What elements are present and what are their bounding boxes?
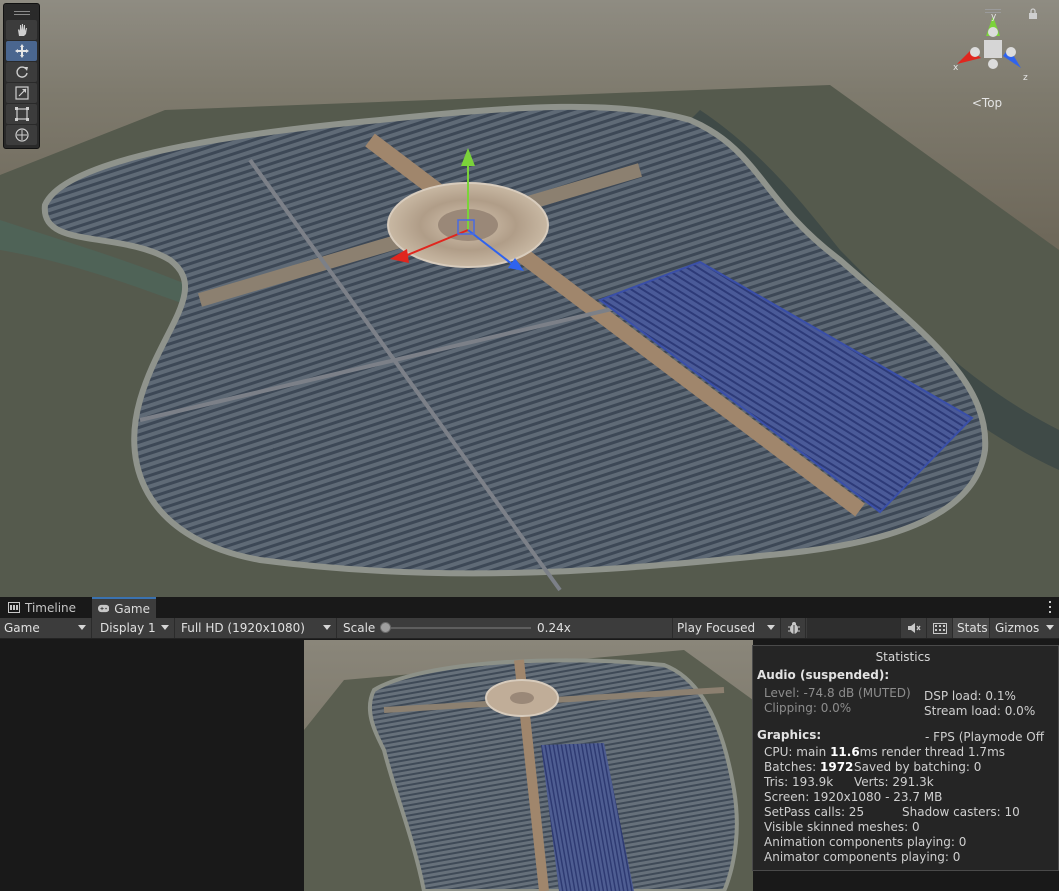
- transform-icon: [14, 128, 29, 142]
- animator-components-readout: Animator components playing: 0: [764, 850, 961, 864]
- scale-label: Scale: [343, 621, 376, 635]
- resolution-dropdown[interactable]: Full HD (1920x1080): [177, 618, 337, 638]
- statistics-panel: Statistics Audio (suspended): Level: -74…: [752, 645, 1059, 871]
- chevron-down-icon: [767, 625, 775, 630]
- audio-heading: Audio (suspended):: [757, 668, 890, 682]
- resolution-label: Full HD (1920x1080): [181, 621, 305, 635]
- game-render-image: [304, 650, 753, 891]
- mute-audio-button[interactable]: [902, 618, 927, 638]
- scene-view[interactable]: y x z <Top: [0, 0, 1059, 597]
- audio-clipping: Clipping: 0.0%: [764, 701, 852, 715]
- gamepad-icon: [98, 604, 110, 613]
- transform-tool-button[interactable]: [6, 125, 37, 145]
- display-dropdown[interactable]: Display 1: [96, 618, 175, 638]
- display-label: Display 1: [100, 621, 156, 635]
- screen-readout: Screen: 1920x1080 - 23.7 MB: [764, 790, 943, 804]
- toolbar-spacer: [807, 618, 901, 638]
- tab-game[interactable]: Game: [92, 597, 156, 618]
- view-type-dropdown[interactable]: Game: [0, 618, 92, 638]
- view-type-label: Game: [4, 621, 40, 635]
- tab-bar: Timeline Game: [0, 597, 1059, 618]
- timeline-icon: [8, 602, 20, 613]
- stats-toggle-button[interactable]: Stats: [953, 618, 990, 638]
- hand-icon: [17, 24, 27, 36]
- saved-by-batching: Saved by batching: 0: [854, 760, 982, 774]
- rect-transform-icon: [14, 107, 29, 121]
- view-arrow-icon: <: [971, 96, 982, 110]
- move-tool-button[interactable]: [6, 41, 37, 61]
- scale-slider-thumb[interactable]: [380, 622, 391, 633]
- axis-cube[interactable]: y x z: [951, 6, 1041, 96]
- axis-z-label: z: [1023, 73, 1028, 83]
- stats-title: Statistics: [875, 650, 931, 664]
- verts-readout: Verts: 291.3k: [854, 775, 934, 789]
- frame-debugger-button[interactable]: [782, 618, 806, 638]
- hand-tool-button[interactable]: [6, 20, 37, 40]
- rotate-tool-button[interactable]: [6, 62, 37, 82]
- graphics-heading: Graphics:: [757, 728, 822, 742]
- more-options-icon[interactable]: [1047, 600, 1053, 614]
- chevron-down-icon: [1046, 625, 1054, 630]
- play-mode-label: Play Focused: [677, 621, 756, 635]
- batches-readout: Batches: 1972: [764, 760, 854, 774]
- orientation-gizmo[interactable]: y x z <Top: [951, 6, 1041, 116]
- gizmos-dropdown[interactable]: Gizmos: [991, 618, 1059, 638]
- scale-value: 0.24x: [537, 621, 571, 635]
- speaker-muted-icon: [908, 623, 921, 633]
- skinned-meshes-readout: Visible skinned meshes: 0: [764, 820, 920, 834]
- scene-terrain: [0, 85, 1059, 597]
- game-render-viewport[interactable]: [304, 640, 753, 891]
- scale-slider-track[interactable]: [385, 627, 531, 629]
- keyboard-icon: [933, 622, 947, 634]
- dsp-load: DSP load: 0.1%: [924, 689, 1016, 703]
- fps-readout: - FPS (Playmode Off: [925, 730, 1044, 744]
- view-label[interactable]: <Top: [951, 96, 1023, 110]
- move-icon: [14, 44, 29, 58]
- scale-control: Scale 0.24x: [339, 618, 672, 638]
- cpu-readout: CPU: main 11.6ms render thread 1.7ms: [764, 745, 1006, 759]
- bug-icon: [787, 622, 800, 634]
- animation-components-readout: Animation components playing: 0: [764, 835, 967, 849]
- tris-readout: Tris: 193.9k: [764, 775, 834, 789]
- axis-y-label: y: [991, 12, 997, 22]
- palette-grip[interactable]: [6, 6, 37, 20]
- game-view[interactable]: Statistics Audio (suspended): Level: -74…: [0, 639, 1059, 891]
- rotate-icon: [15, 66, 28, 78]
- stream-load: Stream load: 0.0%: [924, 704, 1036, 718]
- axis-x-label: x: [953, 63, 959, 73]
- rect-tool-button[interactable]: [6, 104, 37, 124]
- audio-level: Level: -74.8 dB (MUTED): [764, 686, 911, 700]
- shadow-casters-readout: Shadow casters: 10: [902, 805, 1020, 819]
- tab-timeline[interactable]: Timeline: [2, 597, 82, 618]
- shortcuts-toggle-button[interactable]: [928, 618, 953, 638]
- scale-icon: [14, 86, 29, 100]
- stats-label: Stats: [957, 621, 988, 635]
- tab-game-label: Game: [114, 601, 150, 616]
- play-mode-dropdown[interactable]: Play Focused: [672, 618, 781, 638]
- tab-timeline-label: Timeline: [25, 600, 77, 615]
- tool-palette: [3, 3, 40, 149]
- chevron-down-icon: [161, 625, 169, 630]
- chevron-down-icon: [78, 625, 86, 630]
- chevron-down-icon: [323, 625, 331, 630]
- gizmos-label: Gizmos: [995, 621, 1040, 635]
- scale-tool-button[interactable]: [6, 83, 37, 103]
- game-toolbar: Game Display 1 Full HD (1920x1080) Scale…: [0, 618, 1059, 639]
- setpass-readout: SetPass calls: 25: [764, 805, 865, 819]
